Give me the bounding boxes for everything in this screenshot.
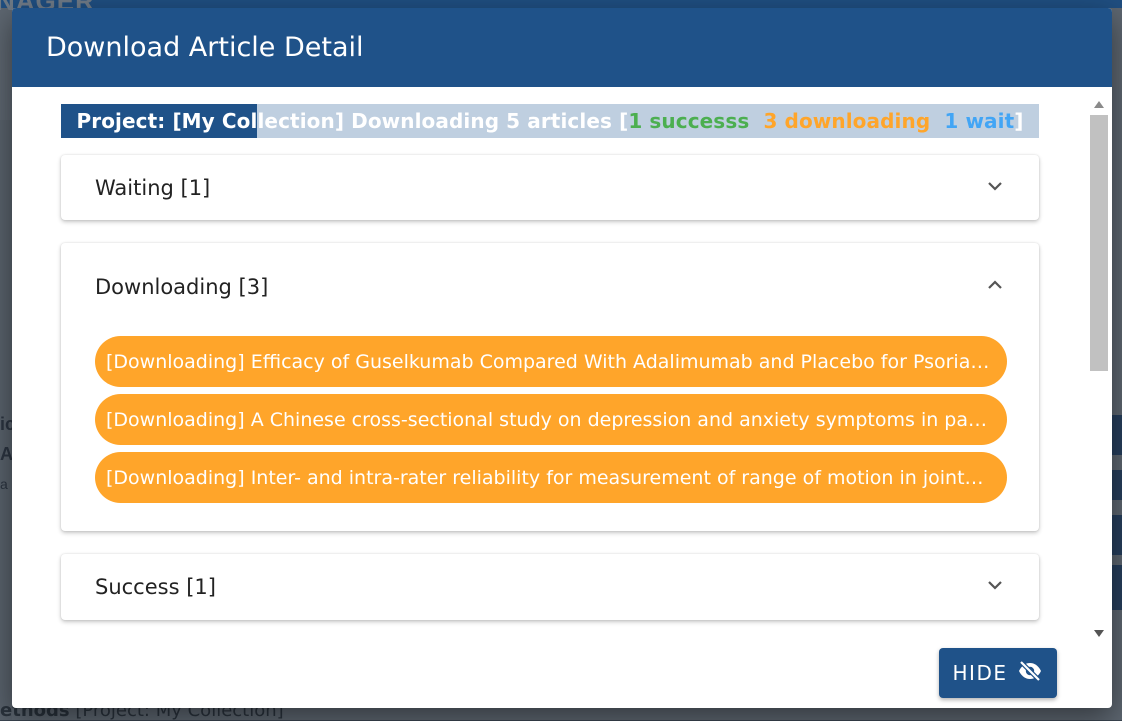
progress-suffix: ] — [1014, 109, 1024, 133]
downloading-article-item[interactable]: [Downloading] Efficacy of Guselkumab Com… — [95, 336, 1007, 387]
waiting-panel-header[interactable]: Waiting [1] — [61, 155, 1039, 221]
hide-button-label: HIDE — [952, 661, 1008, 685]
download-article-detail-dialog: Download Article Detail Project: [My Col… — [12, 8, 1112, 708]
downloading-panel: Downloading [3] [Downloading] Efficacy o… — [61, 243, 1039, 531]
progress-text: Project: [My Collection] Downloading 5 a… — [76, 109, 1023, 133]
dialog-body[interactable]: Project: [My Collection] Downloading 5 a… — [12, 87, 1112, 642]
downloading-panel-header[interactable]: Downloading [3] — [61, 243, 1039, 331]
downloading-article-title: [Downloading] Efficacy of Guselkumab Com… — [106, 350, 1004, 373]
scroll-down-arrow-icon[interactable] — [1094, 630, 1104, 637]
scrollbar-thumb[interactable] — [1090, 115, 1108, 371]
downloading-article-item[interactable]: [Downloading] Inter- and intra-rater rel… — [95, 452, 1007, 503]
dialog-title: Download Article Detail — [46, 32, 364, 63]
background-right-block — [1112, 470, 1122, 500]
background-right-block — [1112, 415, 1122, 455]
chevron-down-icon — [987, 579, 1002, 591]
download-progress-bar: Project: [My Collection] Downloading 5 a… — [61, 104, 1039, 138]
waiting-panel-label: Waiting [1] — [95, 176, 211, 200]
dialog-header: Download Article Detail — [12, 8, 1112, 87]
chevron-up-icon — [987, 279, 1002, 291]
background-right-block — [1112, 515, 1122, 555]
eye-off-icon — [1017, 659, 1043, 687]
downloading-panel-label: Downloading [3] — [95, 275, 269, 299]
scroll-up-arrow-icon[interactable] — [1094, 101, 1104, 108]
dialog-scrollbar[interactable] — [1090, 93, 1108, 641]
progress-downloading-count: 3 downloading — [763, 109, 931, 133]
success-panel-label: Success [1] — [95, 575, 216, 599]
background-topbar — [0, 0, 1122, 8]
background-fragment: a — [0, 476, 8, 492]
chevron-down-icon — [987, 180, 1002, 192]
downloading-article-title: [Downloading] A Chinese cross-sectional … — [106, 408, 1007, 431]
downloading-article-title: [Downloading] Inter- and intra-rater rel… — [106, 466, 1004, 489]
hide-button[interactable]: HIDE — [939, 648, 1057, 698]
progress-wait-count: 1 wait — [944, 109, 1015, 133]
waiting-panel: Waiting [1] — [61, 155, 1039, 220]
background-right-block — [1112, 565, 1122, 610]
progress-prefix: Project: [My Collection] Downloading 5 a… — [76, 109, 629, 133]
progress-success-count: 1 successs — [628, 109, 750, 133]
success-panel: Success [1] — [61, 554, 1039, 620]
success-panel-header[interactable]: Success [1] — [61, 554, 1039, 620]
downloading-article-item[interactable]: [Downloading] A Chinese cross-sectional … — [95, 394, 1007, 445]
